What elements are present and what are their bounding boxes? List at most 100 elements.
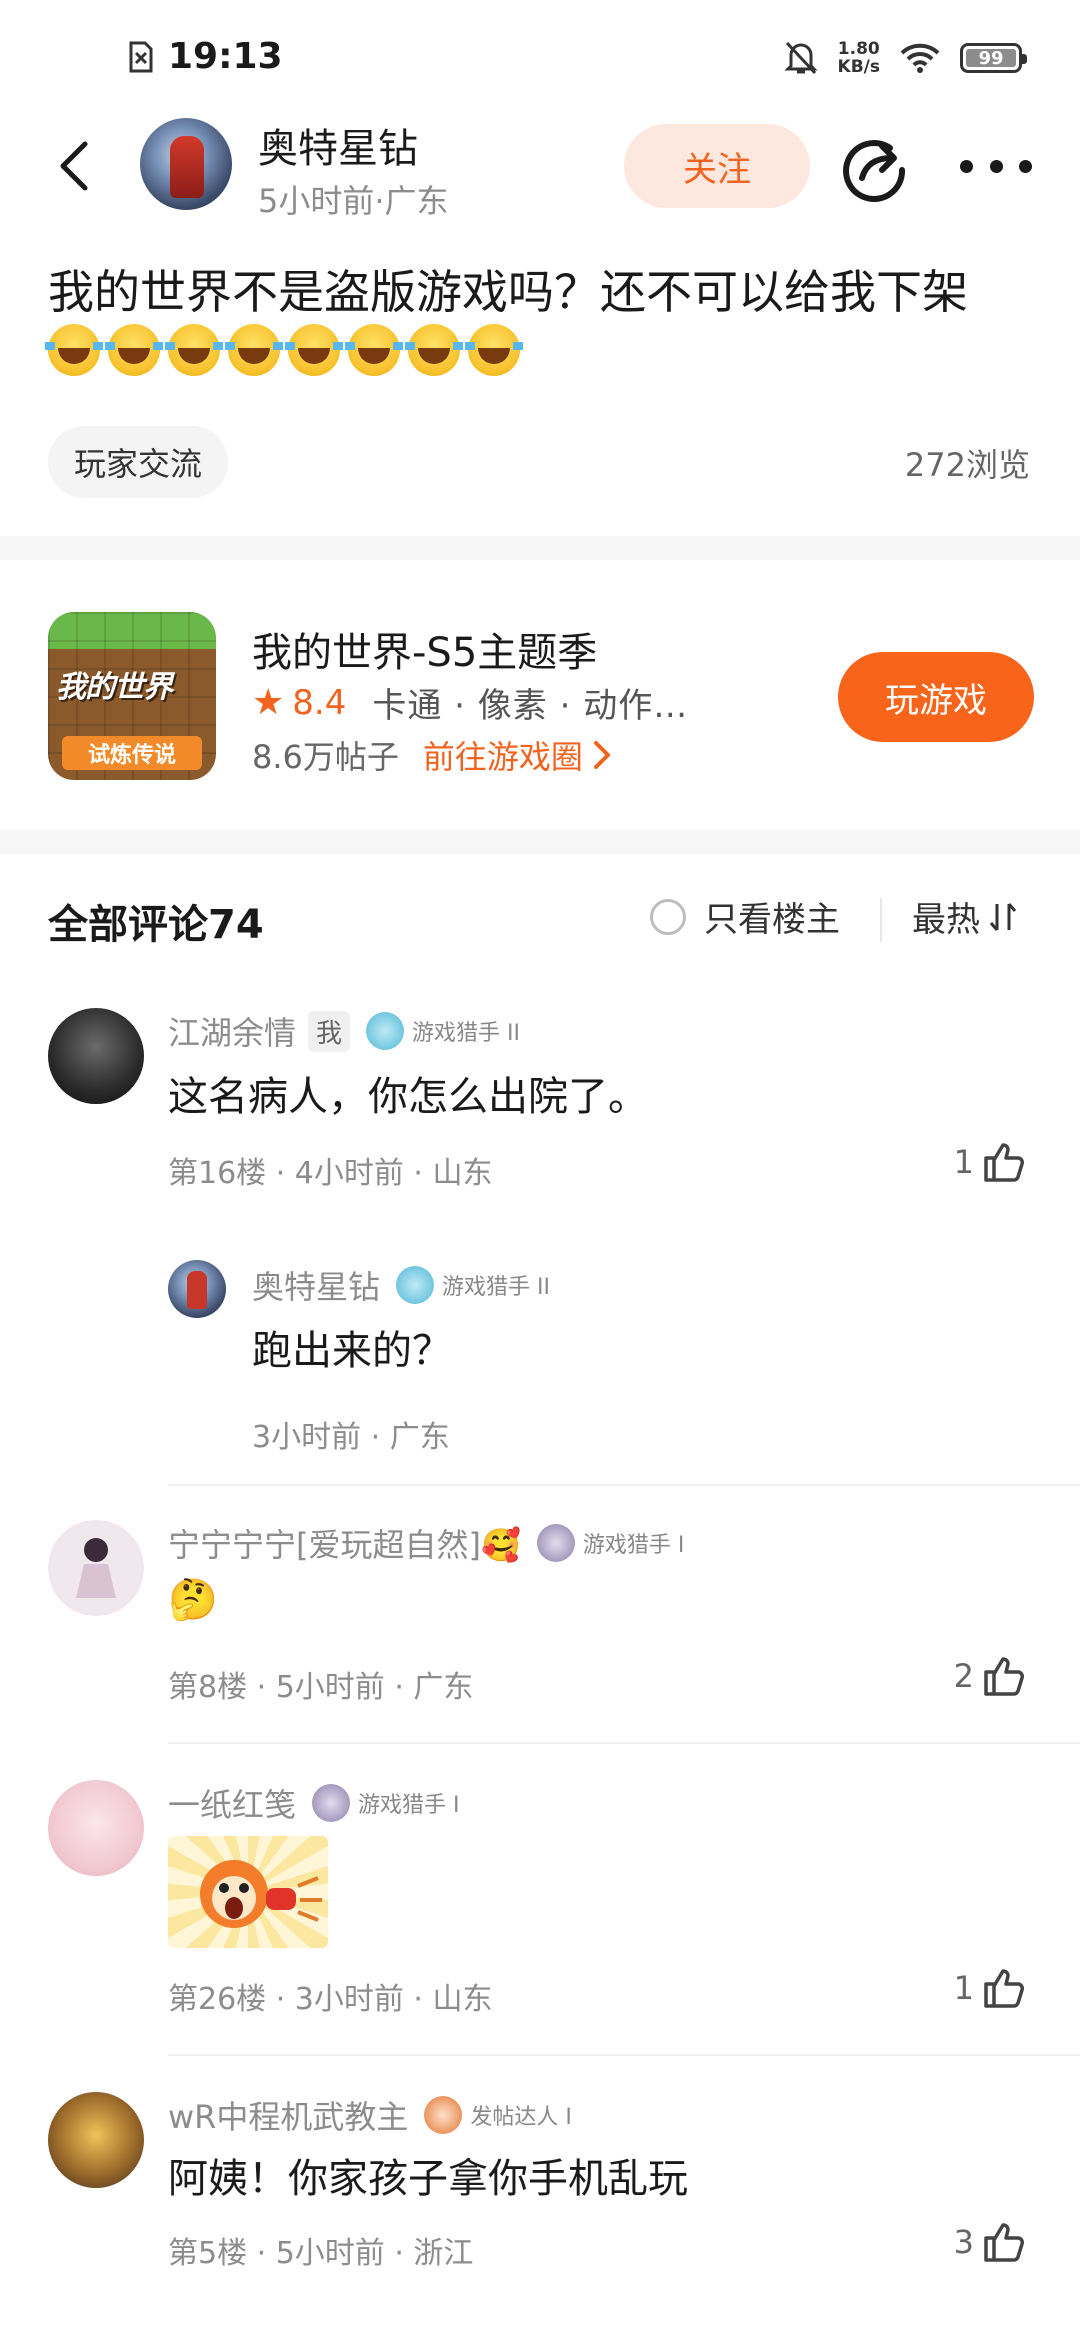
like-count: 2	[953, 1657, 974, 1695]
level-badge: 游戏猎手 II	[366, 1012, 520, 1050]
chevron-right-icon[interactable]	[591, 739, 613, 771]
status-right: 1.80 KB/s 99	[783, 40, 1027, 76]
level-badge: 发帖达人 I	[424, 2096, 572, 2134]
comment-text: 阿姨！你家孩子拿你手机乱玩	[168, 2156, 688, 2202]
post-title: 我的世界不是盗版游戏吗？还不可以给我下架	[48, 265, 968, 319]
game-posts-row: 8.6万帖子 前往游戏圈	[252, 732, 613, 778]
level-badge-label: 游戏猎手 I	[358, 1793, 460, 1818]
commenter-name[interactable]: 宁宁宁宁[爱玩超自然]🥰	[168, 1520, 521, 1566]
level-badge-icon	[366, 1012, 405, 1050]
author-name[interactable]: 奥特星钻	[258, 116, 418, 174]
sort-selector[interactable]: 最热	[912, 892, 1018, 941]
sticker-image[interactable]	[168, 1836, 328, 1948]
commenter-name[interactable]: 一纸红笺	[168, 1780, 296, 1826]
comment-meta: 第16楼 · 4小时前 · 山东	[168, 1156, 493, 1191]
laughing-tears-emoji-icon	[105, 324, 163, 376]
reply-meta: 3小时前 · 广东	[252, 1420, 450, 1455]
commenter-avatar[interactable]	[48, 1520, 144, 1616]
thumbs-up-icon	[984, 1657, 1024, 1696]
laughing-tears-emoji-icon	[345, 324, 403, 376]
author-avatar[interactable]	[140, 118, 232, 210]
sort-icon	[989, 902, 1017, 931]
like-button[interactable]: 1	[954, 1140, 1026, 1184]
share-button[interactable]	[840, 134, 908, 202]
level-badge: 游戏猎手 II	[396, 1266, 550, 1304]
post-header: 奥特星钻 5小时前·广东 关注	[0, 110, 1080, 230]
reply-name-row: 奥特星钻 游戏猎手 II	[252, 1262, 550, 1308]
like-button[interactable]: 3	[954, 2220, 1026, 2264]
comment-meta: 第5楼 · 5小时前 · 浙江	[168, 2236, 474, 2271]
level-badge: 游戏猎手 I	[312, 1784, 460, 1822]
chevron-left-icon	[60, 141, 88, 191]
reply-avatar[interactable]	[168, 1260, 226, 1318]
game-genres: 卡通 · 像素 · 动作…	[372, 686, 689, 726]
commenter-name-row: 江湖余情 我 游戏猎手 II	[168, 1008, 520, 1054]
like-count: 3	[953, 2223, 974, 2261]
commenter-avatar[interactable]	[48, 2092, 144, 2188]
reply-text: 跑出来的？	[252, 1328, 452, 1374]
thumbs-up-icon	[984, 2223, 1024, 2262]
level-badge-label: 游戏猎手 I	[582, 1533, 685, 1558]
only-op-toggle[interactable]: 只看楼主	[650, 892, 840, 941]
game-rating: 8.4	[292, 682, 347, 723]
avatar-figure-icon	[76, 1538, 116, 1598]
laughing-tears-emoji-icon	[45, 324, 103, 376]
goto-game-circle-link[interactable]: 前往游戏圈	[423, 732, 583, 778]
star-icon: ★	[252, 682, 285, 723]
game-name[interactable]: 我的世界-S5主题季	[252, 620, 597, 678]
reply-author-name[interactable]: 奥特星钻	[252, 1262, 380, 1308]
commenter-name[interactable]: wR中程机武教主	[168, 2092, 408, 2138]
like-button[interactable]: 1	[954, 1966, 1026, 2010]
commenter-name-row: 一纸红笺 游戏猎手 I	[168, 1780, 460, 1826]
level-badge: 游戏猎手 I	[536, 1524, 685, 1562]
game-card[interactable]: 我的世界 试炼传说 我的世界-S5主题季 ★ 8.4 卡通 · 像素 · 动作……	[0, 560, 1080, 830]
laughing-tears-emoji-icon	[285, 324, 343, 376]
share-icon	[843, 139, 906, 202]
game-icon-title: 我的世界	[56, 670, 173, 705]
radio-icon[interactable]	[650, 898, 686, 935]
play-game-button[interactable]: 玩游戏	[838, 652, 1034, 742]
commenter-avatar[interactable]	[48, 1780, 144, 1876]
level-badge-label: 游戏猎手 II	[412, 1021, 521, 1046]
laughing-tears-emoji-icon	[465, 324, 523, 376]
comment-text: 这名病人，你怎么出院了。	[168, 1074, 648, 1120]
laughing-tears-emoji-icon	[225, 324, 283, 376]
post-emoji-row	[45, 324, 523, 376]
comment-item: 一纸红笺 游戏猎手 I 第26楼 · 3小时前 · 山东 1	[0, 1780, 1080, 2080]
more-options-button[interactable]	[960, 136, 1032, 196]
game-icon[interactable]: 我的世界 试炼传说	[48, 612, 216, 780]
comments-header: 全部评论74 只看楼主 最热	[0, 878, 1080, 958]
thumbs-up-icon	[984, 1143, 1024, 1182]
wifi-icon	[900, 43, 940, 73]
battery-icon: 99	[960, 43, 1027, 73]
back-button[interactable]	[44, 136, 104, 196]
level-badge-label: 游戏猎手 II	[442, 1275, 550, 1300]
comments-title: 全部评论74	[48, 902, 264, 948]
comment-divider	[168, 1484, 1080, 1486]
like-count: 1	[953, 1143, 974, 1181]
comment-text: 🤔	[168, 1577, 218, 1623]
sim-card-icon	[129, 41, 153, 72]
sort-label[interactable]: 最热	[912, 892, 980, 941]
level-badge-icon	[312, 1784, 351, 1822]
commenter-name[interactable]: 江湖余情	[168, 1008, 296, 1054]
dot-icon	[989, 159, 1003, 173]
comment-item: wR中程机武教主 发帖达人 I 阿姨！你家孩子拿你手机乱玩 第5楼 · 5小时前…	[0, 2092, 1080, 2332]
comment-divider	[168, 1742, 1080, 1744]
only-op-label[interactable]: 只看楼主	[704, 892, 840, 941]
comment-divider	[168, 2054, 1080, 2056]
game-icon-subtitle: 试炼传说	[62, 736, 202, 770]
view-count: 272浏览	[904, 446, 1030, 484]
commenter-avatar[interactable]	[48, 1008, 144, 1104]
mute-notification-icon	[783, 41, 818, 75]
comment-item: 宁宁宁宁[爱玩超自然]🥰 游戏猎手 I 🤔 第8楼 · 5小时前 · 广东 2	[0, 1520, 1080, 1770]
network-speed: 1.80 KB/s	[838, 40, 880, 76]
follow-button[interactable]: 关注	[624, 124, 810, 208]
comment-meta: 第26楼 · 3小时前 · 山东	[168, 1982, 493, 2017]
level-badge-icon	[424, 2096, 463, 2134]
topic-tag[interactable]: 玩家交流	[48, 426, 229, 498]
dot-icon	[960, 159, 973, 173]
shouting-character-sticker	[200, 1860, 322, 1928]
status-bar: 19:13 1.80 KB/s 99	[0, 0, 1080, 120]
like-button[interactable]: 2	[954, 1654, 1026, 1698]
